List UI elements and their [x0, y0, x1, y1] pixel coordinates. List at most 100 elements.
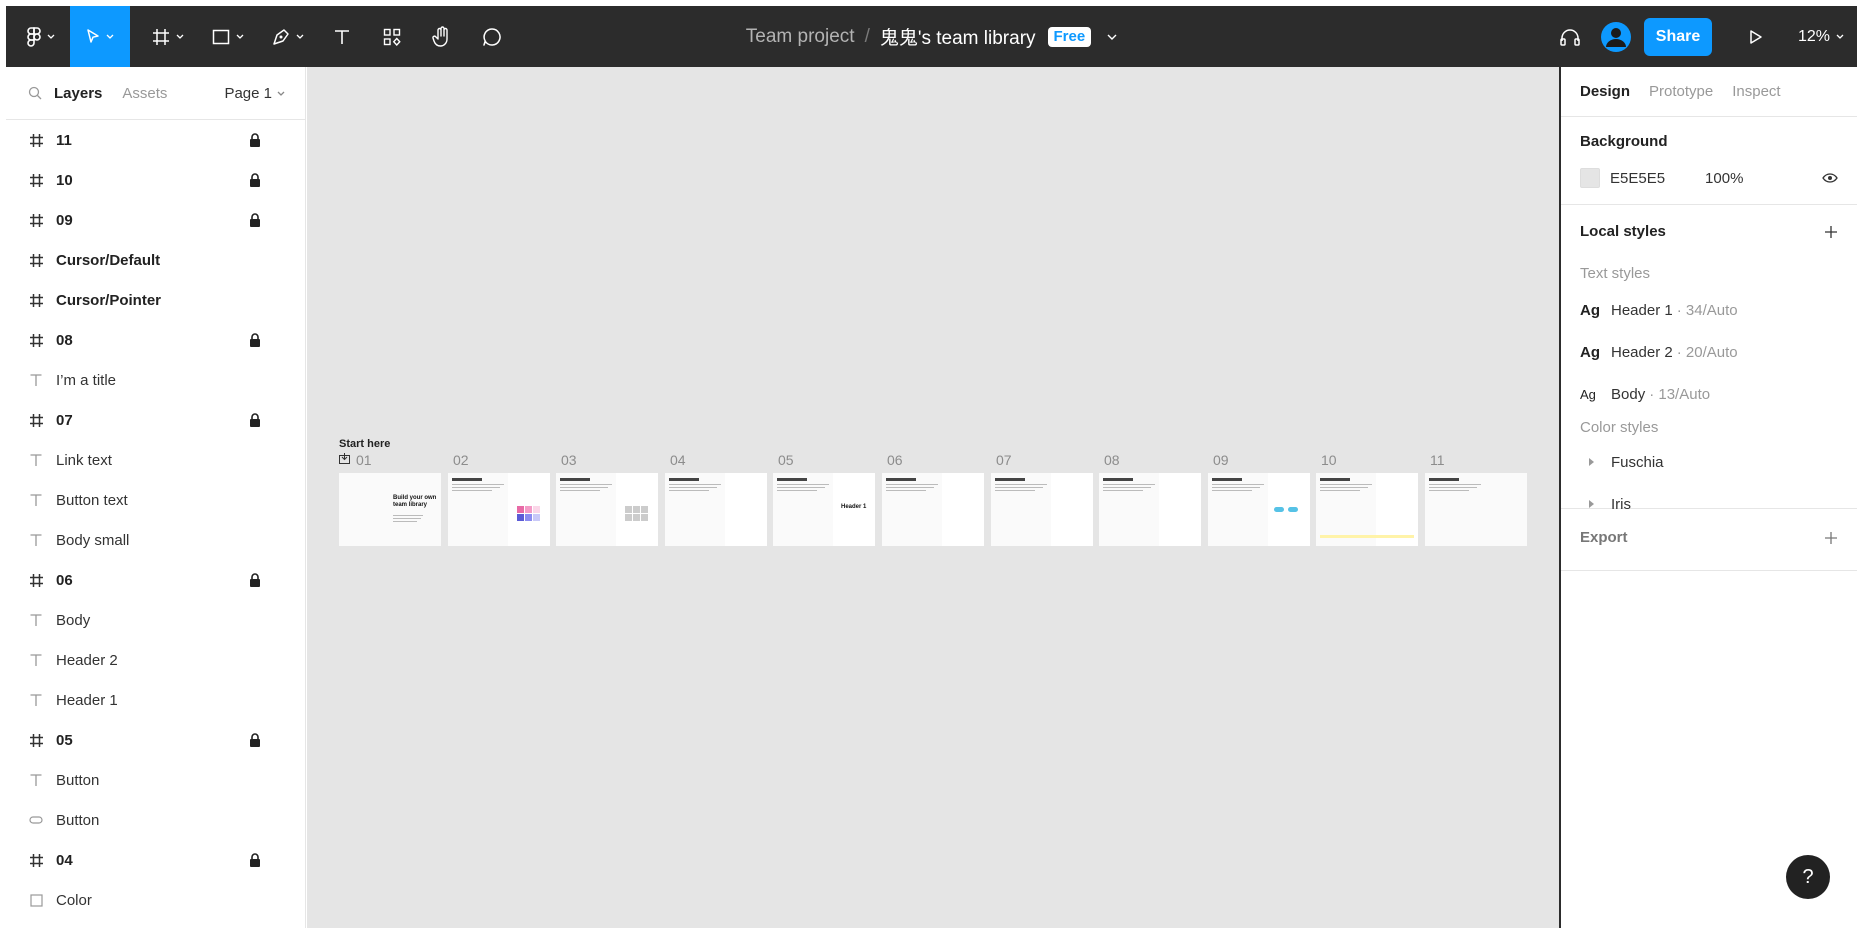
caret-right-icon[interactable] — [1580, 458, 1602, 466]
layer-name: 04 — [56, 851, 73, 869]
layer-row[interactable]: Link text — [6, 440, 305, 480]
text-tool-button[interactable] — [326, 6, 358, 67]
text-style-header-1[interactable]: Ag Header 1 · 34/Auto — [1580, 299, 1738, 321]
file-name[interactable]: 鬼鬼's team library — [880, 23, 1036, 50]
layer-row[interactable]: Button text — [6, 480, 305, 520]
frame-thumbnail[interactable] — [991, 473, 1093, 546]
frame-label[interactable]: 05 — [778, 452, 794, 468]
frame-thumbnail[interactable] — [556, 473, 658, 546]
lock-icon[interactable] — [249, 333, 261, 347]
project-breadcrumb[interactable]: Team project — [746, 26, 855, 48]
frame-tool-button[interactable] — [146, 6, 190, 67]
layer-row[interactable]: 05 — [6, 720, 305, 760]
layer-row[interactable]: 07 — [6, 400, 305, 440]
tab-prototype[interactable]: Prototype — [1649, 83, 1713, 100]
frame-thumbnail[interactable] — [448, 473, 550, 546]
shape-tool-button[interactable] — [206, 6, 250, 67]
frame-label[interactable]: 09 — [1213, 452, 1229, 468]
frame-hash-icon — [28, 852, 44, 868]
lock-icon[interactable] — [249, 173, 261, 187]
hand-tool-button[interactable] — [424, 6, 460, 67]
layer-row[interactable]: Button — [6, 760, 305, 800]
zoom-menu[interactable]: 12% — [1798, 6, 1844, 67]
resources-tool-button[interactable] — [376, 6, 408, 67]
layer-row[interactable]: I’m a title — [6, 360, 305, 400]
background-hex[interactable]: E5E5E5 — [1610, 170, 1665, 187]
frame-thumbnail[interactable] — [1316, 473, 1418, 546]
properties-tabs: Design Prototype Inspect — [1561, 67, 1857, 117]
frame-thumbnail[interactable] — [1425, 473, 1527, 546]
layer-row[interactable]: 10 — [6, 160, 305, 200]
tab-assets[interactable]: Assets — [122, 85, 167, 102]
frame-label[interactable]: 04 — [670, 452, 686, 468]
frame-label[interactable]: 11 — [1430, 452, 1445, 468]
frame-label[interactable]: 10 — [1321, 452, 1337, 468]
rectangle-icon — [28, 892, 44, 908]
text-style-body[interactable]: Ag Body · 13/Auto — [1580, 383, 1710, 405]
frame-label[interactable]: 07 — [996, 452, 1012, 468]
layer-row[interactable]: 09 — [6, 200, 305, 240]
background-fill-row[interactable]: E5E5E5 100% — [1580, 168, 1743, 188]
layer-row[interactable]: Header 2 — [6, 640, 305, 680]
add-style-icon[interactable] — [1824, 225, 1838, 239]
design-canvas[interactable]: Start here 01 Build your own team library… — [307, 67, 1559, 928]
pen-tool-button[interactable] — [266, 6, 310, 67]
main-menu-button[interactable] — [18, 6, 64, 67]
layer-row[interactable]: Header 1 — [6, 680, 305, 720]
layer-row[interactable]: 11 — [6, 120, 305, 160]
move-tool-button[interactable] — [70, 6, 130, 67]
audio-button[interactable] — [1552, 6, 1588, 67]
tab-layers[interactable]: Layers — [54, 85, 102, 102]
flow-start-label[interactable]: Start here — [339, 438, 390, 450]
lock-icon[interactable] — [249, 413, 261, 427]
plan-badge[interactable]: Free — [1047, 26, 1092, 47]
background-color-swatch[interactable] — [1580, 168, 1600, 188]
layer-row[interactable]: 04 — [6, 840, 305, 880]
share-button[interactable]: Share — [1644, 18, 1712, 56]
frame-thumbnail[interactable] — [882, 473, 984, 546]
lock-icon[interactable] — [249, 133, 261, 147]
tab-inspect[interactable]: Inspect — [1732, 83, 1780, 100]
lock-icon[interactable] — [249, 853, 261, 867]
layer-row[interactable]: 08 — [6, 320, 305, 360]
lock-icon[interactable] — [249, 733, 261, 747]
file-menu-button[interactable] — [1107, 34, 1117, 40]
flow-start-icon[interactable] — [339, 453, 350, 464]
eye-visibility-icon[interactable] — [1822, 173, 1838, 183]
caret-right-icon[interactable] — [1580, 500, 1602, 508]
frame-label[interactable]: 01 — [356, 452, 372, 468]
layer-row[interactable]: Button — [6, 800, 305, 840]
layer-row[interactable]: Body small — [6, 520, 305, 560]
frame-label[interactable]: 02 — [453, 452, 469, 468]
comment-tool-button[interactable] — [474, 6, 510, 67]
avatar[interactable] — [1598, 6, 1634, 67]
present-button[interactable] — [1738, 6, 1774, 67]
frame-label[interactable]: 03 — [561, 452, 577, 468]
layer-row[interactable]: Cursor/Pointer — [6, 280, 305, 320]
text-t-icon — [28, 612, 44, 628]
page-selector[interactable]: Page 1 — [224, 67, 285, 120]
frame-thumbnail[interactable] — [665, 473, 767, 546]
layer-row[interactable]: Body — [6, 600, 305, 640]
text-style-name: Header 2 — [1611, 343, 1673, 361]
add-export-icon[interactable] — [1824, 531, 1838, 545]
frame-label[interactable]: 06 — [887, 452, 903, 468]
frame-thumbnail[interactable]: Header 1 — [773, 473, 875, 546]
layer-name: Body small — [56, 531, 130, 549]
lock-icon[interactable] — [249, 213, 261, 227]
help-button[interactable]: ? — [1786, 855, 1830, 899]
frame-thumbnail[interactable]: Build your own team library — [339, 473, 441, 546]
background-opacity[interactable]: 100% — [1705, 170, 1743, 187]
tab-design[interactable]: Design — [1580, 83, 1630, 100]
frame-label[interactable]: 08 — [1104, 452, 1120, 468]
lock-icon[interactable] — [249, 573, 261, 587]
text-style-header-2[interactable]: Ag Header 2 · 20/Auto — [1580, 341, 1738, 363]
layer-row[interactable]: Color — [6, 880, 305, 920]
layer-row[interactable]: 06 — [6, 560, 305, 600]
search-icon[interactable] — [28, 86, 42, 100]
color-style-fuschia[interactable]: Fuschia — [1580, 451, 1664, 473]
frame-thumbnail[interactable] — [1099, 473, 1201, 546]
layer-row[interactable]: Cursor/Default — [6, 240, 305, 280]
frame-thumbnail[interactable] — [1208, 473, 1310, 546]
layer-name: 06 — [56, 571, 73, 589]
